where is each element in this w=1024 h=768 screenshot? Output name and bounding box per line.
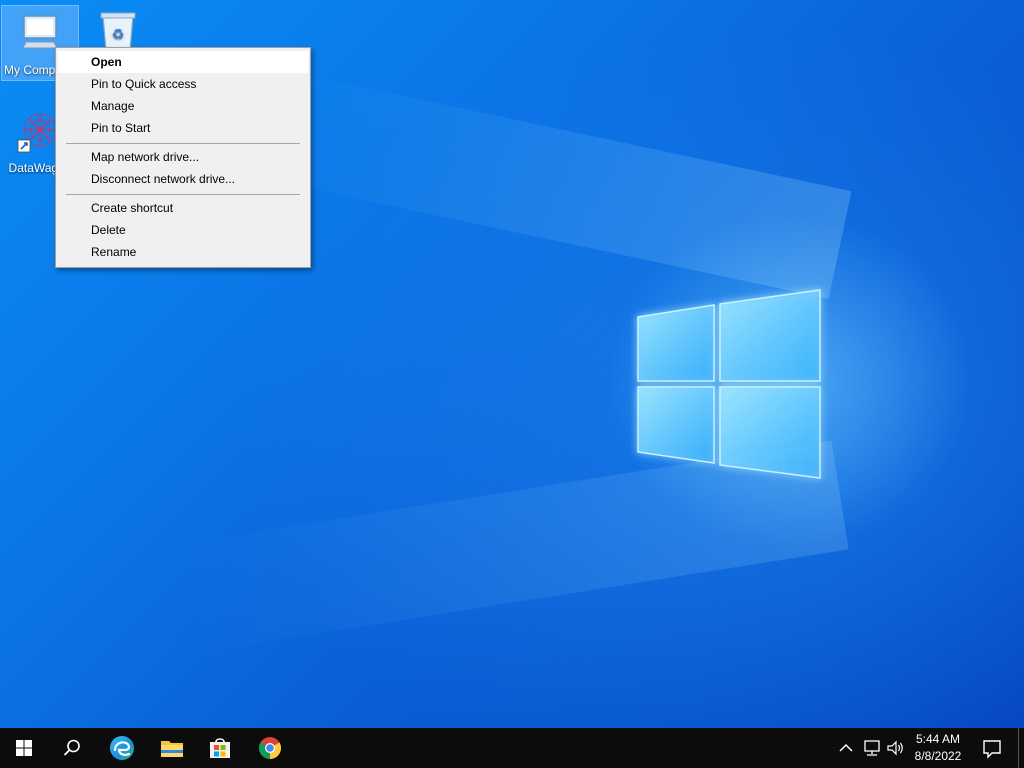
taskbar-store-button[interactable] <box>196 728 244 768</box>
chrome-icon <box>259 737 281 759</box>
start-button[interactable] <box>0 728 48 768</box>
app-shortcut-icon <box>17 113 57 153</box>
taskbar: 5:44 AM 8/8/2022 <box>0 728 1024 768</box>
edge-browser-icon <box>110 736 134 760</box>
folder-icon <box>161 741 183 757</box>
menu-item-create-shortcut[interactable]: Create shortcut <box>58 197 308 219</box>
taskbar-edge-button[interactable] <box>98 728 146 768</box>
menu-item-pin-start[interactable]: Pin to Start <box>58 117 308 139</box>
notification-center-icon[interactable] <box>978 734 1006 762</box>
wallpaper-light-beam <box>261 70 852 299</box>
store-icon <box>210 738 230 758</box>
menu-item-manage[interactable]: Manage <box>58 95 308 117</box>
taskbar-file-explorer-button[interactable] <box>148 728 196 768</box>
menu-item-delete[interactable]: Delete <box>58 219 308 241</box>
menu-separator <box>66 194 300 195</box>
clock-time: 5:44 AM <box>915 732 961 746</box>
show-desktop-button[interactable] <box>1018 728 1024 768</box>
clock-date: 8/8/2022 <box>914 749 962 763</box>
search-icon <box>63 739 80 756</box>
search-button[interactable] <box>48 728 96 768</box>
svg-text:♻: ♻ <box>112 27 125 43</box>
menu-item-open[interactable]: Open <box>58 51 308 73</box>
computer-icon <box>22 15 58 49</box>
taskbar-chrome-button[interactable] <box>246 728 294 768</box>
taskbar-clock[interactable]: 5:44 AM 8/8/2022 <box>908 731 968 765</box>
menu-item-pin-quick-access[interactable]: Pin to Quick access <box>58 73 308 95</box>
windows-start-icon <box>16 740 32 756</box>
windows-logo-wallpaper-icon <box>637 289 821 479</box>
menu-item-disconnect-network-drive[interactable]: Disconnect network drive... <box>58 168 308 190</box>
menu-item-rename[interactable]: Rename <box>58 241 308 263</box>
chevron-up-icon[interactable] <box>836 738 856 758</box>
network-icon[interactable] <box>862 738 882 758</box>
desktop-background[interactable]: My Computer ♻ DataWagon Open Pin to Quic… <box>0 0 1024 728</box>
context-menu: Open Pin to Quick access Manage Pin to S… <box>55 47 311 268</box>
recycle-bin-icon: ♻ <box>100 12 136 51</box>
menu-item-map-network-drive[interactable]: Map network drive... <box>58 146 308 168</box>
volume-icon[interactable] <box>886 738 906 758</box>
menu-separator <box>66 143 300 144</box>
